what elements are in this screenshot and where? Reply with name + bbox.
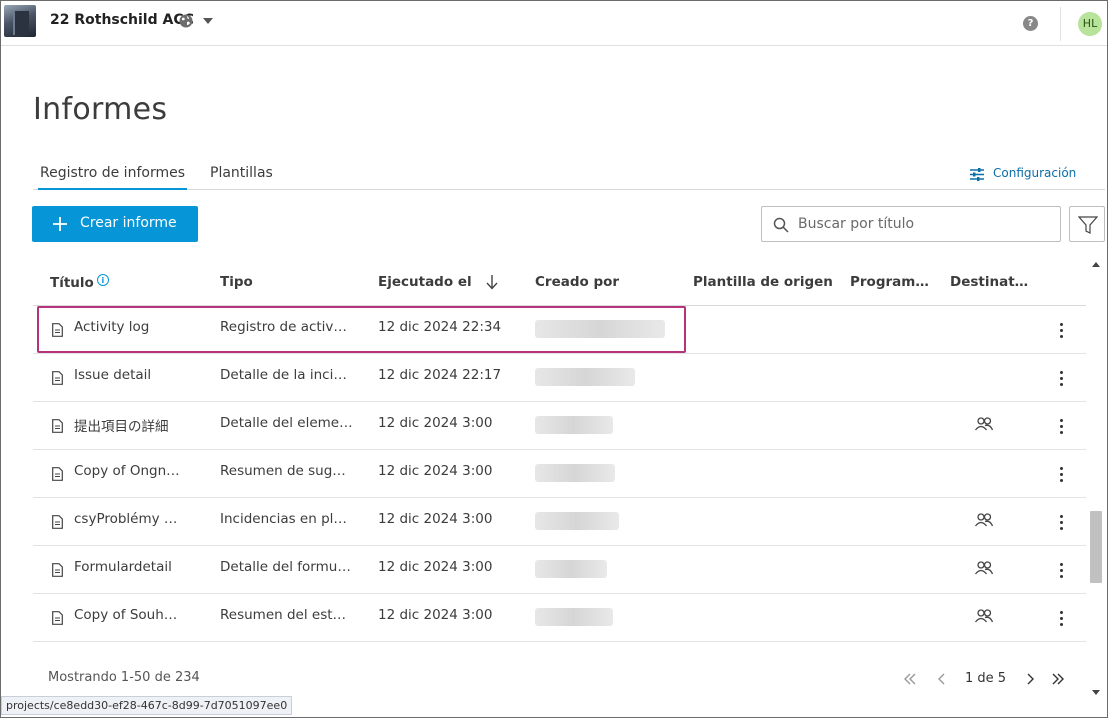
report-type: Detalle de la inci… (220, 367, 347, 383)
tab-bar: Registro de informes Plantillas Configur… (33, 160, 1105, 190)
report-title[interactable]: Formulardetail (74, 559, 214, 575)
more-options-icon[interactable] (1056, 560, 1066, 580)
column-schedule[interactable]: Program… (850, 274, 929, 290)
report-title[interactable]: csyProblémy … (74, 511, 214, 527)
report-title[interactable]: Issue detail (74, 367, 214, 383)
column-type[interactable]: Tipo (220, 274, 253, 290)
more-options-icon[interactable] (1056, 416, 1066, 436)
settings-label: Configuración (993, 166, 1077, 180)
scroll-up-icon[interactable] (1092, 262, 1100, 267)
tab-templates[interactable]: Plantillas (210, 165, 273, 181)
report-executed-date: 12 dic 2024 3:00 (378, 415, 493, 431)
document-icon (52, 611, 63, 625)
search-icon (773, 217, 789, 233)
search-box (761, 206, 1061, 242)
search-input[interactable] (798, 214, 1048, 234)
scrollbar-thumb[interactable] (1090, 511, 1102, 583)
results-count: Mostrando 1-50 de 234 (48, 670, 200, 685)
next-page-icon[interactable] (1022, 671, 1038, 687)
recipients-group-icon (974, 609, 994, 623)
report-executed-date: 12 dic 2024 3:00 (378, 607, 493, 623)
report-title[interactable]: Copy of Souh… (74, 607, 214, 623)
column-created-by[interactable]: Creado por (535, 274, 619, 290)
table-row[interactable]: Copy of Ongn… Resumen de sug… 12 dic 202… (33, 450, 1086, 498)
report-executed-date: 12 dic 2024 3:00 (378, 463, 493, 479)
globe-icon (179, 14, 193, 28)
table-row[interactable]: Issue detail Detalle de la inci… 12 dic … (33, 354, 1086, 402)
scrollbar[interactable] (1087, 258, 1105, 700)
document-icon (52, 467, 63, 481)
sort-descending-icon[interactable] (485, 274, 499, 290)
document-icon (52, 563, 63, 577)
more-options-icon[interactable] (1056, 368, 1066, 388)
previous-page-icon[interactable] (934, 671, 950, 687)
recipients-group-icon (974, 561, 994, 575)
report-executed-date: 12 dic 2024 22:17 (378, 367, 502, 383)
filter-button[interactable] (1069, 206, 1105, 242)
report-type: Resumen de sug… (220, 463, 346, 479)
table-row[interactable]: csyProblémy … Incidencias en pl… 12 dic … (33, 498, 1086, 546)
document-icon (52, 371, 63, 385)
document-icon (52, 515, 63, 529)
table-row[interactable]: Formulardetail Detalle del formu… 12 dic… (33, 546, 1086, 594)
column-recipients[interactable]: Destinat… (950, 274, 1028, 290)
top-bar: 22 Rothschild ACC ? HL (1, 1, 1107, 46)
more-options-icon[interactable] (1056, 464, 1066, 484)
sliders-icon (970, 168, 984, 181)
first-page-icon[interactable] (902, 671, 918, 687)
project-thumbnail[interactable] (4, 5, 36, 37)
more-options-icon[interactable] (1056, 320, 1066, 340)
table-row[interactable]: 提出項目の詳細 Detalle del eleme… 12 dic 2024 3… (33, 402, 1086, 450)
table-row[interactable]: Copy of Souh… Resumen del est… 12 dic 20… (33, 594, 1086, 642)
redacted-creator (535, 608, 613, 626)
document-icon (52, 419, 63, 433)
report-type: Resumen del est… (220, 607, 347, 623)
page-indicator: 1 de 5 (965, 671, 1007, 686)
more-options-icon[interactable] (1056, 608, 1066, 628)
redacted-creator (535, 512, 619, 530)
recipients-group-icon (974, 513, 994, 527)
divider (1060, 7, 1061, 41)
redacted-creator (535, 464, 615, 482)
report-type: Detalle del eleme… (220, 415, 353, 431)
report-title[interactable]: Copy of Ongn… (74, 463, 214, 479)
last-page-icon[interactable] (1050, 671, 1066, 687)
filter-icon (1078, 216, 1098, 234)
table-header: Título i Tipo Ejecutado el Creado por Pla… (33, 258, 1086, 306)
avatar[interactable]: HL (1078, 12, 1102, 36)
tab-report-log[interactable]: Registro de informes (38, 165, 187, 190)
row-highlight-box (37, 306, 686, 353)
create-report-label: Crear informe (80, 215, 177, 231)
create-report-button[interactable]: Crear informe (32, 206, 198, 242)
more-options-icon[interactable] (1056, 512, 1066, 532)
report-type: Detalle del formu… (220, 559, 351, 575)
column-template[interactable]: Plantilla de origen (693, 274, 833, 290)
recipients-group-icon (974, 417, 994, 431)
status-bar-url: projects/ce8edd30-ef28-467c-8d99-7d70510… (1, 696, 293, 715)
report-executed-date: 12 dic 2024 3:00 (378, 511, 493, 527)
redacted-creator (535, 368, 635, 386)
plus-icon (53, 217, 67, 231)
help-icon[interactable]: ? (1023, 16, 1038, 31)
scroll-down-icon[interactable] (1092, 690, 1100, 695)
redacted-creator (535, 416, 613, 434)
redacted-creator (535, 560, 607, 578)
report-type: Incidencias en pl… (220, 511, 347, 527)
report-executed-date: 12 dic 2024 3:00 (378, 559, 493, 575)
column-executed[interactable]: Ejecutado el (378, 274, 472, 290)
page-title: Informes (33, 92, 168, 127)
project-name[interactable]: 22 Rothschild ACC (50, 12, 194, 28)
report-title[interactable]: 提出項目の詳細 (74, 415, 214, 435)
column-title[interactable]: Título i (50, 274, 109, 291)
project-dropdown-icon[interactable] (203, 18, 213, 24)
info-icon[interactable]: i (96, 274, 109, 286)
